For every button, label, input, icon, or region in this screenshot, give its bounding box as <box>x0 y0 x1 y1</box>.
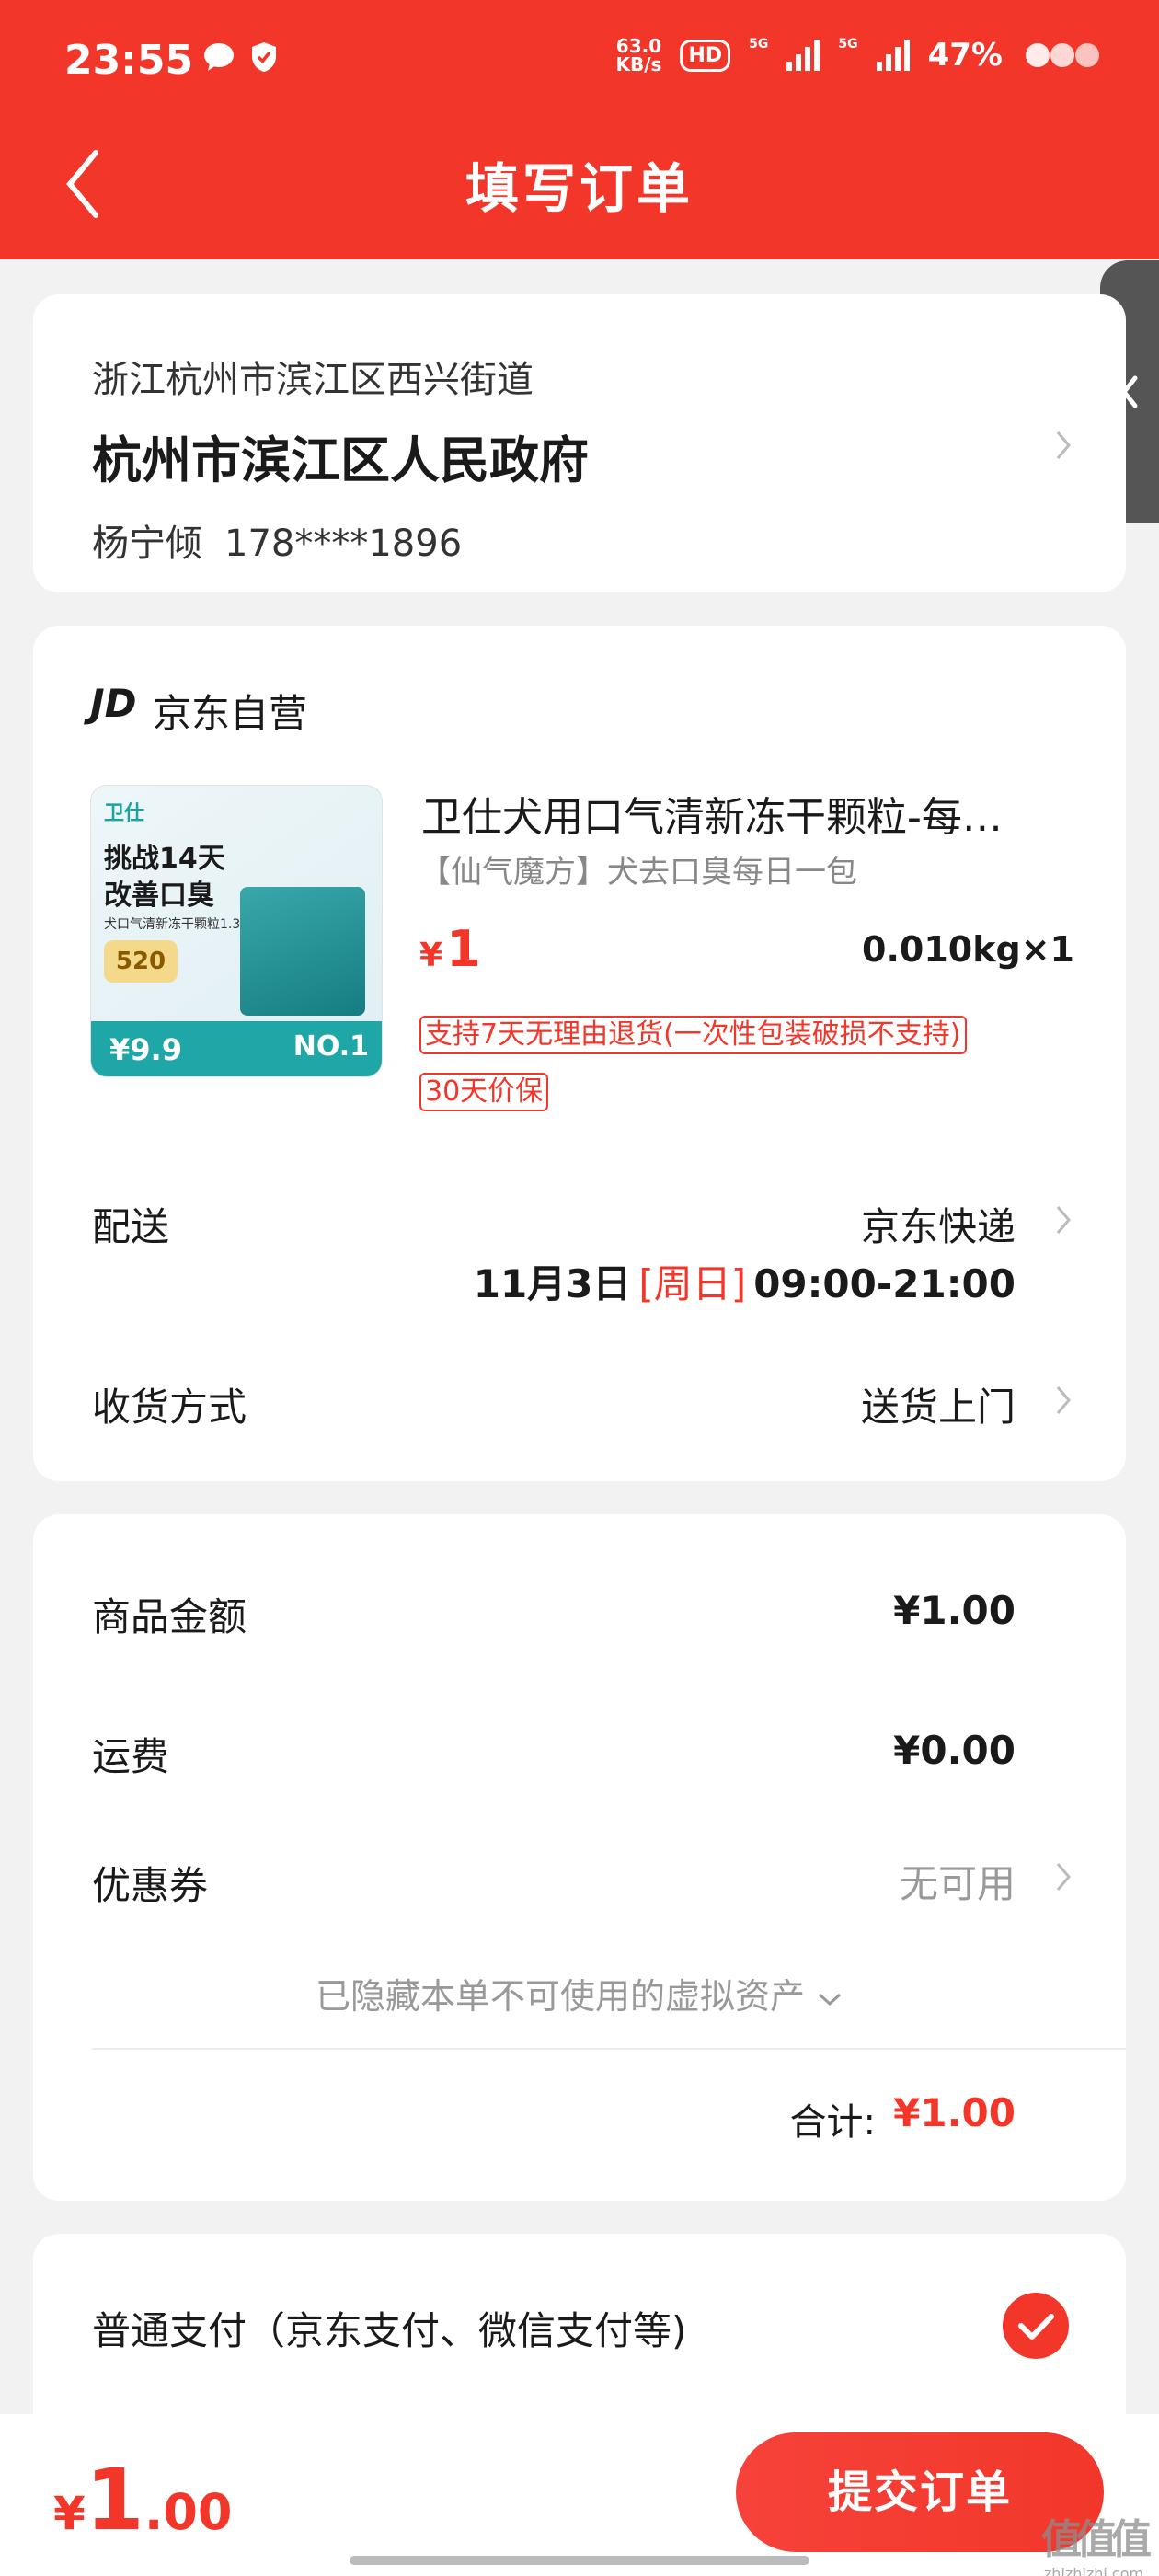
goods-amount-label: 商品金额 <box>92 1594 247 1639</box>
delivery-date[interactable]: 11月3日 [周日] 09:00-21:00 <box>474 1253 1016 1309</box>
header: 23:55 63.0 KB/s HD 5G 5G 47% 填写订单 <box>0 0 1159 259</box>
status-time: 23:55 <box>64 37 194 84</box>
price-currency: ¥ <box>419 937 443 974</box>
flower-icon <box>1026 43 1099 67</box>
status-notification-icons <box>202 40 278 74</box>
bottom-currency: ¥ <box>53 2487 86 2540</box>
network-type-2: 5G <box>838 37 858 52</box>
order-items-card: JD 京东自营 卫仕 挑战14天改善口臭 犬口气清新冻干颗粒1.3g 520 ¥… <box>33 626 1126 1481</box>
watermark: 值值值 zhizhizhi.com <box>1041 2506 1152 2576</box>
network-type-1: 5G <box>749 37 769 52</box>
signal-icon <box>786 40 820 71</box>
coupon-value[interactable]: 无可用 <box>900 1853 1016 1909</box>
shipping-value: ¥0.00 <box>893 1728 1016 1773</box>
product-weight-qty: 0.010kg×1 <box>862 929 1074 970</box>
shipping-label: 运费 <box>92 1734 170 1779</box>
network-speed: 63.0 KB/s <box>616 37 662 74</box>
chat-bubble-icon <box>204 43 234 71</box>
product-image-price: ¥9.9 <box>109 1032 182 1067</box>
address-detail: 杭州市滨江区人民政府 <box>92 431 589 489</box>
price-value: 1 <box>446 920 481 978</box>
amount-summary-card: 商品金额 ¥1.00 运费 ¥0.00 优惠券 无可用 已隐藏本单不可使用的虚拟… <box>33 1514 1126 2201</box>
chevron-right-icon <box>1056 1386 1071 1414</box>
bottom-action-bar: ¥1.00 提交订单 值值值 zhizhizhi.com <box>0 2414 1159 2576</box>
status-right: 63.0 KB/s HD 5G 5G 47% <box>616 37 1105 74</box>
battery-level: 47% <box>927 37 1003 74</box>
payment-method-label: 普通支付（京东支付、微信支付等) <box>92 2308 687 2353</box>
delivery-weekday: [周日] <box>638 1261 747 1306</box>
shop-logo: JD <box>90 681 137 726</box>
signal-icon-2 <box>876 40 910 71</box>
product-price: ¥1 <box>419 920 481 978</box>
product-subtitle: 【仙气魔方】犬去口臭每日一包 <box>419 854 857 891</box>
headline-line-2: 改善口臭 <box>104 880 214 912</box>
bottom-total: ¥1.00 <box>53 2451 232 2549</box>
product-image-rank: NO.1 <box>293 1030 369 1063</box>
total-value: ¥1.00 <box>893 2090 1016 2135</box>
hd-badge: HD <box>680 39 731 72</box>
recipient-phone: 178****1896 <box>224 523 463 565</box>
bottom-amount-dec: .00 <box>143 2483 233 2541</box>
product-image-headline: 挑战14天改善口臭 <box>104 841 225 914</box>
product-title[interactable]: 卫仕犬用口气清新冻干颗粒-每… <box>421 784 1065 843</box>
price-protect-tag: 30天价保 <box>419 1073 549 1111</box>
speed-unit: KB/s <box>615 53 662 75</box>
receive-method-value[interactable]: 送货上门 <box>861 1376 1016 1432</box>
home-indicator[interactable] <box>350 2556 809 2565</box>
receive-method-label: 收货方式 <box>92 1385 247 1430</box>
hidden-assets-toggle[interactable]: 已隐藏本单不可使用的虚拟资产 <box>33 1968 1126 2018</box>
speed-value: 63.0 <box>615 35 662 57</box>
address-region: 浙江杭州市滨江区西兴街道 <box>92 359 534 401</box>
product-image-bar: ¥9.9 NO.1 <box>91 1021 382 1076</box>
delivery-day: 11月3日 <box>473 1261 632 1306</box>
delivery-label: 配送 <box>92 1204 170 1249</box>
product-package-graphic <box>240 887 365 1016</box>
check-icon <box>1018 2314 1054 2340</box>
product-image-badge: 520 <box>104 940 178 983</box>
payment-selected-check[interactable] <box>1003 2293 1069 2359</box>
chevron-down-icon <box>819 1993 842 2007</box>
page-title: 填写订单 <box>465 157 694 220</box>
delivery-carrier[interactable]: 京东快递 <box>861 1196 1016 1252</box>
coupon-label: 优惠券 <box>92 1863 209 1908</box>
shield-icon <box>252 42 276 72</box>
product-image[interactable]: 卫仕 挑战14天改善口臭 犬口气清新冻干颗粒1.3g 520 ¥9.9 NO.1 <box>90 785 383 1077</box>
address-contact: 杨宁倾 178****1896 <box>92 513 462 567</box>
address-card[interactable]: 浙江杭州市滨江区西兴街道 杭州市滨江区人民政府 杨宁倾 178****1896 <box>33 294 1126 592</box>
watermark-logo: 值值值 <box>1041 2516 1152 2563</box>
headline-line-1: 挑战14天 <box>104 843 225 875</box>
total-label: 合计: <box>789 2101 876 2144</box>
product-image-brand: 卫仕 <box>104 802 145 825</box>
bottom-amount-int: 1 <box>85 2451 144 2549</box>
chevron-right-icon <box>1056 1863 1071 1891</box>
goods-amount-value: ¥1.00 <box>893 1588 1016 1633</box>
chevron-right-icon <box>1056 431 1071 459</box>
summary-divider <box>92 2048 1126 2050</box>
product-image-sub: 犬口气清新冻干颗粒1.3g <box>104 917 249 932</box>
recipient-name: 杨宁倾 <box>92 523 202 565</box>
hidden-assets-text: 已隐藏本单不可使用的虚拟资产 <box>315 1976 805 2017</box>
watermark-url: zhizhizhi.com <box>1043 2565 1144 2576</box>
delivery-time-window: 09:00-21:00 <box>753 1261 1016 1306</box>
return-policy-tag: 支持7天无理由退货(一次性包装破损不支持) <box>419 1016 967 1054</box>
chevron-right-icon <box>1056 1206 1071 1234</box>
shop-name: 京东自营 <box>153 691 308 736</box>
